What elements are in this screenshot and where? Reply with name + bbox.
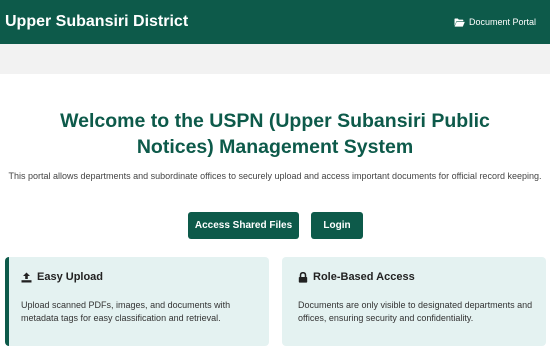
top-navbar: Upper Subansiri District Document Portal (0, 0, 550, 44)
page-title: Welcome to the USPN (Upper Subansiri Pub… (60, 110, 490, 158)
feature-description: Documents are only visible to designated… (298, 300, 533, 323)
login-button[interactable]: Login (311, 212, 363, 239)
brand-title[interactable]: Upper Subansiri District (5, 13, 188, 31)
feature-title: Easy Upload (21, 271, 269, 283)
feature-title-label: Role-Based Access (313, 271, 415, 283)
lock-icon (298, 271, 308, 283)
feature-title-label: Easy Upload (37, 271, 104, 283)
upload-icon (21, 272, 32, 282)
feature-card-easy-upload: Easy Upload Upload scanned PDFs, images,… (5, 257, 269, 346)
document-portal-label: Document Portal (468, 17, 536, 27)
sub-header-strip (0, 44, 550, 74)
folder-open-icon (454, 18, 465, 27)
document-portal-link[interactable]: Document Portal (454, 17, 536, 27)
intro-description: This portal allows departments and subor… (8, 171, 542, 181)
feature-description: Upload scanned PDFs, images, and documen… (21, 300, 231, 323)
feature-card-role-based-access: Role-Based Access Documents are only vis… (282, 257, 546, 346)
access-shared-files-button[interactable]: Access Shared Files (188, 212, 299, 239)
feature-title: Role-Based Access (298, 271, 546, 283)
